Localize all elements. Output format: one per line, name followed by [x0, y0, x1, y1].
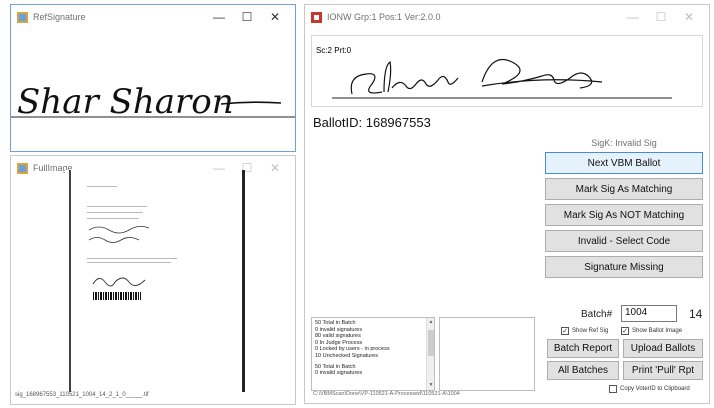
ref-signature-text: Shar Sharon [17, 82, 234, 122]
close-icon[interactable]: ✕ [261, 161, 289, 175]
show-ballot-image-checkbox[interactable]: ✓ Show Ballot Image [621, 327, 682, 335]
list-item: 50 Total in Batch [315, 320, 356, 326]
reference-signature-image: Shar Sharon [11, 82, 295, 122]
scroll-down-icon[interactable]: ▼ [427, 382, 434, 389]
close-icon[interactable]: ✕ [675, 10, 703, 24]
folder-path: C:\VBMScan\Done\VP-110521-A-Processed\11… [313, 391, 460, 397]
copy-voterid-checkbox[interactable]: Copy VoterID to Clipboard [609, 385, 690, 393]
app-icon [311, 11, 322, 23]
ballot-envelope-image [65, 170, 245, 392]
envelope-handwriting [88, 226, 150, 243]
window-controls: — ☐ ✕ [619, 10, 703, 24]
show-ref-sig-label: Show Ref Sig [572, 328, 609, 334]
list-item: 80 valid signatures [315, 333, 361, 340]
all-batches-button[interactable]: All Batches [547, 361, 619, 380]
show-ref-sig-checkbox[interactable]: ✓ Show Ref Sig [561, 327, 608, 335]
checkmark-icon: ✓ [621, 327, 629, 335]
list-item: 0 invalid signatures [315, 370, 363, 377]
ref-signature-window: RefSignature — ☐ ✕ Shar Sharon [10, 4, 296, 152]
mark-not-matching-button[interactable]: Mark Sig As NOT Matching [545, 204, 703, 226]
show-ballot-image-label: Show Ballot Image [632, 328, 683, 334]
sigk-status: SigK: Invalid Sig [591, 138, 657, 148]
envelope-signature [92, 277, 146, 287]
full-image-window: FullImage — ☐ ✕ sig_168967553_110521_100… [10, 155, 296, 405]
ballot-id: BallotID: 168967553 [313, 115, 431, 130]
list-item: 0 In Judge Process [315, 339, 363, 346]
signature-missing-button[interactable]: Signature Missing [545, 256, 703, 278]
invalid-select-code-button[interactable]: Invalid - Select Code [545, 230, 703, 252]
mark-matching-button[interactable]: Mark Sig As Matching [545, 178, 703, 200]
batch-count: 14 [689, 307, 703, 321]
checkbox-empty-icon [609, 385, 617, 393]
list-item: 0 Locked by users - in process [315, 346, 390, 353]
main-title: IONW Grp:1 Pos:1 Ver:2.0.0 [327, 12, 441, 22]
minimize-icon[interactable]: — [619, 10, 647, 24]
upload-ballots-button[interactable]: Upload Ballots [623, 339, 703, 358]
ballot-signature-image [332, 58, 672, 99]
app-icon [17, 11, 28, 23]
scroll-up-icon[interactable]: ▲ [427, 319, 434, 326]
list-item: 0 invalid signatures [315, 326, 363, 333]
checkmark-icon: ✓ [561, 327, 569, 335]
list-item: 50 Total in Batch [315, 363, 356, 370]
scroll-thumb[interactable] [428, 330, 434, 356]
ref-signature-titlebar[interactable]: RefSignature — ☐ ✕ [11, 5, 295, 29]
main-titlebar[interactable]: IONW Grp:1 Pos:1 Ver:2.0.0 — ☐ ✕ [305, 5, 709, 29]
list-item: 10 Unchecked Signatures [315, 352, 378, 359]
batch-number-field[interactable]: 1004 [621, 305, 677, 322]
print-pull-report-button[interactable]: Print 'Pull' Rpt [623, 361, 703, 380]
batch-stats-list[interactable]: 50 Total in Batch 0 invalid signatures 8… [311, 317, 435, 391]
maximize-icon[interactable]: ☐ [233, 10, 261, 24]
maximize-icon[interactable]: ☐ [647, 10, 675, 24]
copy-voterid-label: Copy VoterID to Clipboard [620, 386, 690, 392]
minimize-icon[interactable]: — [205, 10, 233, 24]
batch-report-button[interactable]: Batch Report [547, 339, 619, 358]
app-icon [17, 162, 28, 174]
close-icon[interactable]: ✕ [261, 10, 289, 24]
image-filename: sig_168967553_110521_1004_14_2_1_0_____.… [15, 392, 149, 398]
secondary-list[interactable] [439, 317, 535, 391]
main-window: IONW Grp:1 Pos:1 Ver:2.0.0 — ☐ ✕ Sc:2 Pr… [304, 4, 710, 404]
ballot-signature-box: Sc:2 Prt:0 [311, 35, 703, 107]
barcode [93, 292, 141, 300]
ref-signature-title: RefSignature [33, 12, 86, 22]
next-vbm-ballot-button[interactable]: Next VBM Ballot [545, 152, 703, 174]
batch-label: Batch# [581, 309, 613, 320]
window-controls: — ☐ ✕ [205, 10, 289, 24]
list-scrollbar[interactable]: ▲ ▼ [426, 318, 434, 390]
